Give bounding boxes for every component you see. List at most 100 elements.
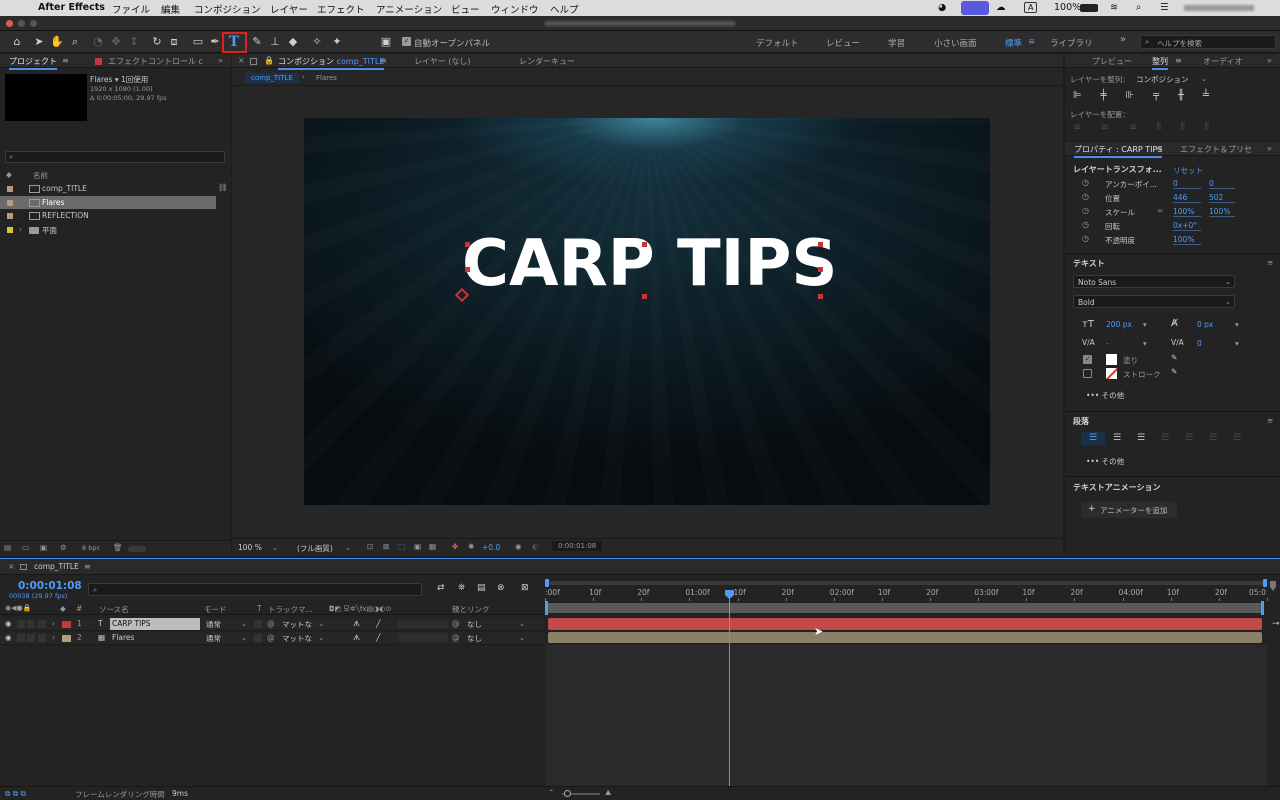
label-color-swatch[interactable] bbox=[7, 186, 13, 192]
pan-behind-tool-icon[interactable]: ⧈ bbox=[166, 34, 182, 50]
layer-1-duration-bar[interactable] bbox=[548, 618, 1262, 630]
tab-menu-icon[interactable]: ≡ bbox=[62, 56, 69, 65]
nav-end-handle[interactable] bbox=[1263, 579, 1267, 587]
new-comp-icon[interactable]: ▣ bbox=[40, 543, 47, 552]
breadcrumb-comp-title[interactable]: comp_TITLE bbox=[245, 73, 299, 83]
menu-view[interactable]: ビュー bbox=[451, 2, 480, 16]
zoom-slider-knob[interactable] bbox=[564, 790, 571, 797]
layer-mode[interactable]: 通常 bbox=[206, 619, 221, 630]
orbit-tool-icon[interactable]: ◔ bbox=[90, 34, 106, 50]
menu-animation[interactable]: アニメーション bbox=[376, 2, 442, 16]
paragraph-more-button[interactable]: ••• その他 bbox=[1086, 456, 1124, 467]
transform-reset-link[interactable]: リセット bbox=[1173, 165, 1203, 176]
comp-flowchart-icon[interactable]: ⇄ bbox=[437, 583, 445, 593]
auto-open-checkbox[interactable]: ✓ bbox=[402, 37, 411, 46]
justify-left-icon[interactable]: ☰ bbox=[1153, 432, 1177, 445]
region-icon[interactable]: ⊡ bbox=[367, 542, 373, 551]
tab-composition[interactable]: コンポジション comp_TITLE bbox=[278, 56, 385, 70]
comp-marker-icon[interactable]: ⊸ bbox=[1272, 619, 1280, 629]
label-color-swatch[interactable] bbox=[7, 226, 13, 233]
distribute-hcenter-icon[interactable]: ⦀ bbox=[1181, 122, 1185, 134]
expand-arrow-icon[interactable]: › bbox=[52, 619, 55, 628]
menu-edit[interactable]: 編集 bbox=[161, 2, 180, 16]
layer-label-color[interactable] bbox=[62, 621, 71, 628]
status-toggle-icons[interactable]: ⧉ ⧉ ⧉ bbox=[5, 789, 26, 799]
grid-icon[interactable]: ▦ bbox=[429, 542, 436, 551]
workspace-menu-icon[interactable]: ≡ bbox=[1028, 37, 1035, 47]
align-to-dropdown[interactable]: コンポジション bbox=[1136, 74, 1189, 85]
zoom-in-icon[interactable]: ⛰ bbox=[605, 788, 611, 798]
work-area-start[interactable] bbox=[545, 601, 548, 615]
property-value-2[interactable]: 0 bbox=[1209, 179, 1235, 189]
audio-toggle[interactable] bbox=[17, 620, 25, 628]
project-item[interactable]: comp_TITLE bbox=[0, 183, 216, 196]
track-matte-value[interactable]: マットな bbox=[282, 619, 312, 630]
transparency-grid-icon[interactable]: ⊠ bbox=[383, 542, 389, 551]
panel-overflow-icon[interactable]: » bbox=[1267, 144, 1272, 153]
layer-switch-boxes[interactable] bbox=[398, 620, 448, 628]
align-text-center-icon[interactable]: ☰ bbox=[1105, 432, 1129, 445]
shy-layers-icon[interactable]: ▤ bbox=[477, 583, 486, 593]
work-area-bar[interactable] bbox=[545, 603, 1263, 613]
work-area-end[interactable] bbox=[1261, 601, 1264, 615]
status-icon[interactable]: ◕ bbox=[938, 2, 946, 13]
fill-eyedropper-icon[interactable]: ✎ bbox=[1171, 353, 1177, 362]
menu-effect[interactable]: エフェクト bbox=[317, 2, 365, 16]
leading-chevron-icon[interactable]: ▾ bbox=[1235, 320, 1239, 329]
justify-right-icon[interactable]: ☰ bbox=[1201, 432, 1225, 445]
project-item[interactable]: › 平面 bbox=[0, 224, 216, 237]
lock-toggle[interactable] bbox=[38, 633, 46, 642]
align-text-left-icon[interactable]: ☰ bbox=[1081, 432, 1105, 445]
stopwatch-icon[interactable]: ◷ bbox=[1082, 220, 1089, 229]
zoom-chevron-icon[interactable]: ⌄ bbox=[272, 543, 278, 552]
input-source-icon[interactable]: A bbox=[1024, 2, 1038, 13]
new-folder-icon[interactable]: ▭ bbox=[22, 543, 29, 552]
nav-start-handle[interactable] bbox=[545, 579, 549, 587]
workspace-learn[interactable]: 学習 bbox=[888, 37, 905, 49]
delete-icon[interactable]: 🗑 bbox=[113, 543, 123, 552]
graph-editor-icon[interactable]: ⊠ bbox=[521, 583, 529, 593]
guides-icon[interactable]: ▣ bbox=[414, 542, 421, 551]
section-menu-icon[interactable]: ≡ bbox=[1267, 258, 1273, 267]
menu-window[interactable]: ウィンドウ bbox=[491, 2, 539, 16]
panel-overflow-icon[interactable]: » bbox=[1267, 56, 1272, 65]
layer-name[interactable]: CARP TIPS bbox=[110, 618, 200, 630]
bbox-handle-br[interactable] bbox=[818, 294, 823, 299]
help-search-input[interactable]: ⌕ ヘルプを検索 bbox=[1140, 35, 1276, 49]
expand-arrow-icon[interactable]: › bbox=[52, 633, 55, 642]
tab-preview[interactable]: プレビュー bbox=[1092, 56, 1132, 67]
property-value-1[interactable]: 0x+0° bbox=[1173, 221, 1201, 231]
workspace-review[interactable]: レビュー bbox=[826, 37, 860, 49]
rectangle-tool-icon[interactable]: ▭ bbox=[190, 34, 206, 50]
property-value-1[interactable]: 446 bbox=[1173, 193, 1201, 203]
distribute-vcenter-icon[interactable]: ≡ bbox=[1101, 122, 1109, 134]
stroke-eyedropper-icon[interactable]: ✎ bbox=[1171, 367, 1177, 376]
snapshot-icon[interactable]: ◉ bbox=[515, 542, 522, 551]
auto-open-label[interactable]: 自動オープンパネル bbox=[414, 37, 490, 49]
tracking-value[interactable]: 0 bbox=[1197, 339, 1202, 348]
fill-swatch[interactable] bbox=[1106, 354, 1117, 365]
tab-menu-icon[interactable]: ≡ bbox=[1156, 144, 1163, 153]
timeline-search-input[interactable]: ⌕ bbox=[88, 583, 422, 596]
mode-chevron-icon[interactable]: ⌄ bbox=[241, 619, 247, 628]
tab-layer[interactable]: レイヤー (なし) bbox=[414, 56, 471, 67]
time-ruler[interactable]: :00f 10f 20f 01:00f 10f 20f 02:00f 10f 20f 03:00f… bbox=[545, 587, 1268, 601]
pen-tool-icon[interactable]: ✒ bbox=[207, 34, 223, 50]
project-item[interactable]: Flares bbox=[0, 197, 216, 210]
title-text-layer[interactable]: CARP TIPS bbox=[462, 232, 837, 296]
pan-tool-icon[interactable]: ✥ bbox=[108, 34, 124, 50]
quality-dropdown[interactable]: (フル画質) bbox=[297, 543, 333, 554]
tab-effects-presets[interactable]: エフェクト＆プリセ bbox=[1180, 144, 1252, 155]
stopwatch-icon[interactable]: ◷ bbox=[1082, 206, 1089, 215]
lock-toggle[interactable] bbox=[38, 620, 46, 628]
lock-icon[interactable]: 🔒 bbox=[264, 56, 274, 65]
shy-switch-icon[interactable]: ᗑ bbox=[353, 633, 360, 643]
flowchart-icon[interactable]: ⛓ bbox=[218, 183, 228, 192]
zoom-tool-icon[interactable]: ⌕ bbox=[67, 34, 83, 50]
menu-file[interactable]: ファイル bbox=[112, 2, 150, 16]
viewer-timecode[interactable]: 0:00:01:08 bbox=[552, 541, 603, 551]
bbox-handle-bc[interactable] bbox=[642, 294, 647, 299]
column-name[interactable]: 名前 bbox=[33, 170, 48, 181]
menu-layer[interactable]: レイヤー bbox=[270, 2, 308, 16]
kerning-chevron-icon[interactable]: ▾ bbox=[1143, 339, 1147, 348]
